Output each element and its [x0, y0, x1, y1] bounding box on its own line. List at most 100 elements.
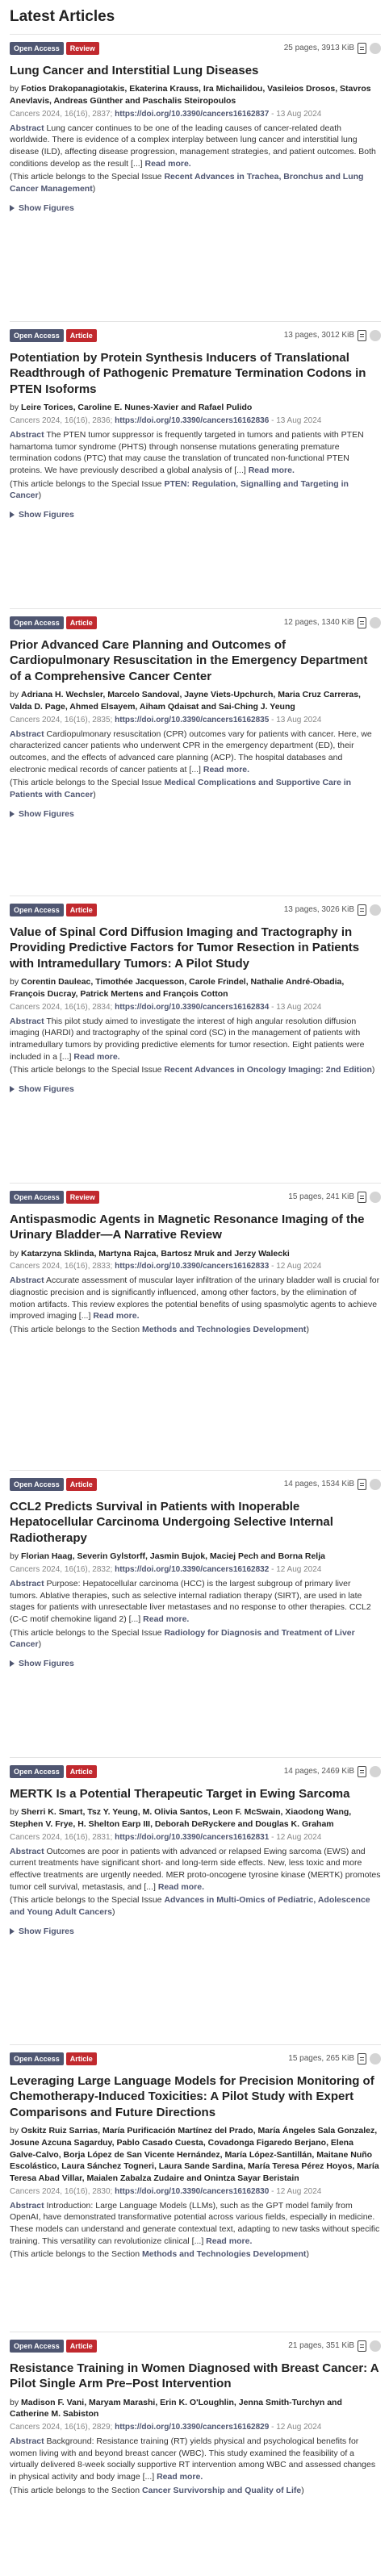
abstract-text: Introduction: Large Language Models (LLM… — [10, 2200, 380, 2246]
doi-link[interactable]: https://doi.org/10.3390/cancers16162835 — [115, 716, 269, 724]
author-list[interactable]: Florian Haag, Severin Gylstorff, Jasmin … — [21, 1551, 325, 1561]
article-meta-row: Open Access Article 21 pages, 351 KiB — [10, 2339, 381, 2353]
show-figures-toggle[interactable]: Show Figures — [10, 1658, 381, 1669]
article-file-info: 21 pages, 351 KiB — [288, 2340, 381, 2352]
article-title[interactable]: Resistance Training in Women Diagnosed w… — [10, 2361, 381, 2392]
altmetric-icon[interactable] — [370, 329, 381, 341]
author-list[interactable]: Leire Torices, Caroline E. Nunes-Xavier … — [21, 403, 252, 412]
pdf-download-icon[interactable] — [358, 1765, 366, 1777]
article-type-badge[interactable]: Article — [65, 903, 97, 916]
authors-by-label: by — [10, 1248, 19, 1259]
article-title[interactable]: Antispasmodic Agents in Magnetic Resonan… — [10, 1212, 381, 1243]
pdf-download-icon[interactable] — [358, 616, 366, 628]
article-title[interactable]: Prior Advanced Care Planning and Outcome… — [10, 637, 381, 685]
article-file-info: 25 pages, 3913 KiB — [284, 42, 381, 54]
article-type-badge[interactable]: Article — [65, 1477, 97, 1491]
pdf-download-icon[interactable] — [358, 2052, 366, 2065]
doi-link[interactable]: https://doi.org/10.3390/cancers16162833 — [115, 1262, 269, 1271]
show-figures-toggle[interactable]: Show Figures — [10, 509, 381, 520]
open-access-badge[interactable]: Open Access — [10, 2052, 64, 2065]
expand-triangle-icon — [10, 810, 15, 817]
doi-link[interactable]: https://doi.org/10.3390/cancers16162830 — [115, 2187, 269, 2196]
special-issue-suffix: ) — [93, 789, 96, 800]
special-issue-suffix: ) — [92, 183, 96, 194]
doi-link[interactable]: https://doi.org/10.3390/cancers16162836 — [115, 416, 269, 425]
read-more-link[interactable]: Read more. — [203, 765, 249, 774]
open-access-badge[interactable]: Open Access — [10, 1477, 64, 1491]
read-more-link[interactable]: Read more. — [249, 466, 295, 475]
article-type-badge[interactable]: Article — [65, 2052, 97, 2065]
show-figures-toggle[interactable]: Show Figures — [10, 1083, 381, 1095]
special-issue-link[interactable]: Methods and Technologies Development — [142, 1325, 306, 1334]
article-type-badge[interactable]: Article — [65, 1764, 97, 1778]
doi-link[interactable]: https://doi.org/10.3390/cancers16162834 — [115, 1003, 269, 1012]
doi-link[interactable]: https://doi.org/10.3390/cancers16162832 — [115, 1565, 269, 1574]
article-type-badge[interactable]: Article — [65, 2339, 97, 2353]
altmetric-icon[interactable] — [370, 616, 381, 628]
open-access-badge[interactable]: Open Access — [10, 903, 64, 916]
doi-link[interactable]: https://doi.org/10.3390/cancers16162829 — [115, 2423, 269, 2432]
article-title[interactable]: Leveraging Large Language Models for Pre… — [10, 2073, 381, 2121]
open-access-badge[interactable]: Open Access — [10, 328, 64, 342]
altmetric-icon[interactable] — [370, 2340, 381, 2352]
abstract-text: The PTEN tumor suppressor is frequently … — [10, 429, 364, 475]
author-list[interactable]: Fotios Drakopanagiotakis, Ekaterina Krau… — [10, 84, 371, 106]
read-more-link[interactable]: Read more. — [158, 1882, 204, 1892]
article-title[interactable]: Value of Spinal Cord Diffusion Imaging a… — [10, 925, 381, 972]
pdf-download-icon[interactable] — [358, 1478, 366, 1490]
read-more-link[interactable]: Read more. — [73, 1052, 119, 1062]
pdf-download-icon[interactable] — [358, 1191, 366, 1203]
article-type-badge[interactable]: Review — [65, 1190, 99, 1204]
article-title[interactable]: MERTK Is a Potential Therapeutic Target … — [10, 1786, 381, 1802]
read-more-link[interactable]: Read more. — [145, 159, 191, 169]
special-issue-link[interactable]: Methods and Technologies Development — [142, 2249, 306, 2259]
pdf-download-icon[interactable] — [358, 42, 366, 54]
author-list[interactable]: Katarzyna Sklinda, Martyna Rajca, Bartos… — [21, 1249, 290, 1259]
special-issue-prefix: (This article belongs to the Special Iss… — [10, 478, 165, 489]
article-type-badge[interactable]: Article — [65, 616, 97, 629]
altmetric-icon[interactable] — [370, 1191, 381, 1203]
altmetric-icon[interactable] — [370, 42, 381, 54]
authors-by-label: by — [10, 2397, 19, 2407]
author-list[interactable]: Corentin Dauleac, Timothée Jacquesson, C… — [10, 977, 344, 999]
altmetric-icon[interactable] — [370, 2052, 381, 2065]
article-list: Open Access Review 25 pages, 3913 KiB Lu… — [10, 35, 381, 2504]
open-access-badge[interactable]: Open Access — [10, 2339, 64, 2353]
publish-date: - 12 Aug 2024 — [271, 2186, 322, 2196]
journal-citation: Cancers 2024, 16(16), 2836; — [10, 415, 113, 425]
show-figures-toggle[interactable]: Show Figures — [10, 808, 381, 820]
read-more-link[interactable]: Read more. — [93, 1311, 139, 1321]
article-type-badge[interactable]: Review — [65, 41, 99, 55]
pdf-download-icon[interactable] — [358, 2340, 366, 2352]
open-access-badge[interactable]: Open Access — [10, 616, 64, 629]
article-abstract: Abstract Cardiopulmonary resuscitation (… — [10, 729, 381, 776]
read-more-link[interactable]: Read more. — [206, 2236, 252, 2246]
doi-link[interactable]: https://doi.org/10.3390/cancers16162831 — [115, 1833, 269, 1842]
altmetric-icon[interactable] — [370, 1478, 381, 1490]
author-list[interactable]: Oskitz Ruiz Sarrias, María Purificación … — [10, 2126, 379, 2183]
doi-link[interactable]: https://doi.org/10.3390/cancers16162837 — [115, 110, 269, 119]
article-title[interactable]: Potentiation by Protein Synthesis Induce… — [10, 350, 381, 398]
read-more-link[interactable]: Read more. — [143, 1614, 189, 1624]
show-figures-toggle[interactable]: Show Figures — [10, 202, 381, 214]
article-authors: by Adriana H. Wechsler, Marcelo Sandoval… — [10, 689, 381, 712]
article-title[interactable]: Lung Cancer and Interstitial Lung Diseas… — [10, 63, 381, 79]
special-issue-link[interactable]: Recent Advances in Oncology Imaging: 2nd… — [164, 1065, 371, 1075]
open-access-badge[interactable]: Open Access — [10, 41, 64, 55]
author-list[interactable]: Madison F. Vani, Maryam Marashi, Erin K.… — [10, 2398, 342, 2419]
open-access-badge[interactable]: Open Access — [10, 1764, 64, 1778]
author-list[interactable]: Adriana H. Wechsler, Marcelo Sandoval, J… — [10, 690, 361, 712]
article-type-badge[interactable]: Article — [65, 328, 97, 342]
special-issue-link[interactable]: Cancer Survivorship and Quality of Life — [142, 2486, 301, 2495]
show-figures-label: Show Figures — [19, 1926, 74, 1936]
show-figures-toggle[interactable]: Show Figures — [10, 1926, 381, 1937]
author-list[interactable]: Sherri K. Smart, Tsz Y. Yeung, M. Olivia… — [10, 1807, 351, 1829]
open-access-badge[interactable]: Open Access — [10, 1190, 64, 1204]
article-abstract: Abstract The PTEN tumor suppressor is fr… — [10, 429, 381, 477]
pdf-download-icon[interactable] — [358, 904, 366, 916]
altmetric-icon[interactable] — [370, 1765, 381, 1777]
article-title[interactable]: CCL2 Predicts Survival in Patients with … — [10, 1499, 381, 1547]
pdf-download-icon[interactable] — [358, 329, 366, 341]
read-more-link[interactable]: Read more. — [157, 2472, 203, 2482]
altmetric-icon[interactable] — [370, 904, 381, 916]
